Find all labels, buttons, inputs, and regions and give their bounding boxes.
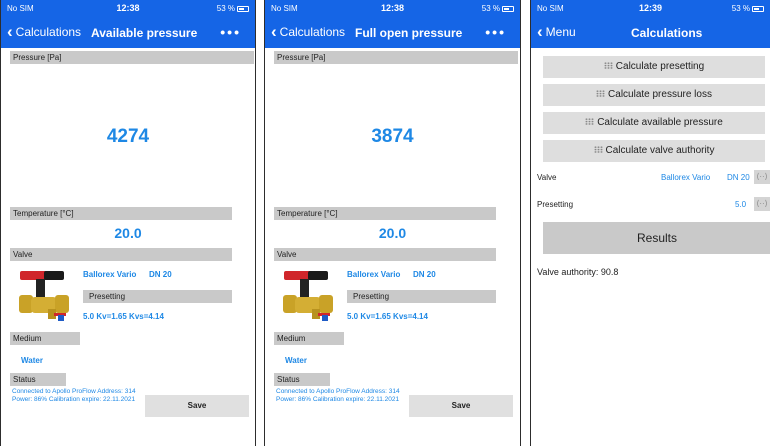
grid-icon <box>585 118 595 125</box>
save-button[interactable]: Save <box>409 395 513 417</box>
page-title: Calculations <box>631 26 703 40</box>
valve-name[interactable]: Ballorex Vario <box>83 270 136 279</box>
valve-dn[interactable]: DN 20 <box>149 270 172 279</box>
screen-full-open-pressure: No SIM 12:38 53 % ‹ Calculations Full op… <box>264 0 521 446</box>
back-button[interactable]: ‹ Menu <box>537 22 576 41</box>
battery-percent: 53 % <box>731 4 750 13</box>
back-button[interactable]: ‹ Calculations <box>271 22 346 41</box>
nav-bar: ‹ Calculations Available pressure ••• <box>1 18 255 48</box>
status-text: Connected to Apollo ProFlow Address: 314… <box>12 388 136 403</box>
swap-arrows-icon[interactable]: ⟨··⟩ <box>754 197 770 211</box>
calculate-valve-authority-button[interactable]: Calculate valve authority <box>543 140 765 162</box>
more-dots-icon[interactable]: ••• <box>220 25 241 39</box>
valve-image <box>283 271 333 321</box>
battery-indicator: 53 % <box>482 4 514 13</box>
button-label: Calculate pressure loss <box>608 89 712 100</box>
calculate-available-pressure-button[interactable]: Calculate available pressure <box>543 112 765 134</box>
valve-image <box>19 271 69 321</box>
grid-icon <box>603 62 613 69</box>
presetting-label: Presetting <box>83 290 232 303</box>
stage: No SIM 12:38 53 % ‹ Calculations Availab… <box>0 0 770 446</box>
nav-bar: ‹ Menu Calculations <box>531 18 770 48</box>
screen-available-pressure: No SIM 12:38 53 % ‹ Calculations Availab… <box>0 0 256 446</box>
chevron-left-icon: ‹ <box>7 22 13 41</box>
pressure-value: 3874 <box>371 126 414 147</box>
valve-label: Valve <box>274 248 496 261</box>
status-text: Connected to Apollo ProFlow Address: 314… <box>276 388 400 403</box>
medium-label: Medium <box>274 332 344 345</box>
battery-percent: 53 % <box>481 4 500 13</box>
nav-bar: ‹ Calculations Full open pressure ••• <box>265 18 520 48</box>
temperature-value: 20.0 <box>378 225 407 241</box>
presetting-row-value[interactable]: 5.0 <box>735 200 746 209</box>
battery-icon <box>237 6 249 12</box>
medium-value[interactable]: Water <box>285 356 307 365</box>
back-label: Calculations <box>279 25 346 39</box>
page-title: Available pressure <box>91 26 198 40</box>
valve-row-label: Valve <box>537 173 557 182</box>
medium-value[interactable]: Water <box>21 356 43 365</box>
grid-icon <box>596 90 606 97</box>
calculate-pressure-loss-button[interactable]: Calculate pressure loss <box>543 84 765 106</box>
chevron-left-icon: ‹ <box>271 22 277 41</box>
temperature-label: Temperature [°C] <box>10 207 232 220</box>
valve-authority-result: Valve authority: 90.8 <box>537 267 619 277</box>
status-label: Status <box>10 373 66 386</box>
valve-label: Valve <box>10 248 232 261</box>
pressure-label: Pressure [Pa] <box>10 51 254 64</box>
valve-row-value[interactable]: Ballorex Vario <box>661 173 710 182</box>
battery-percent: 53 % <box>216 4 235 13</box>
valve-dn[interactable]: DN 20 <box>413 270 436 279</box>
presetting-row-label: Presetting <box>537 200 574 209</box>
temperature-value: 20.0 <box>114 225 142 241</box>
medium-label: Medium <box>10 332 80 345</box>
battery-icon <box>502 6 514 12</box>
presetting-label: Presetting <box>347 290 496 303</box>
button-label: Calculate valve authority <box>605 145 715 156</box>
valve-name[interactable]: Ballorex Vario <box>347 270 400 279</box>
button-label: Calculate available pressure <box>597 117 723 128</box>
swap-arrows-icon[interactable]: ⟨··⟩ <box>754 170 770 184</box>
valve-row-dn[interactable]: DN 20 <box>727 173 750 182</box>
more-dots-icon[interactable]: ••• <box>485 25 506 39</box>
back-label: Calculations <box>15 25 82 39</box>
back-label: Menu <box>545 25 576 39</box>
back-button[interactable]: ‹ Calculations <box>7 22 82 41</box>
status-bar: No SIM 12:38 53 % <box>1 0 255 18</box>
button-label: Calculate presetting <box>615 61 705 72</box>
battery-indicator: 53 % <box>732 4 764 13</box>
presetting-value[interactable]: 5.0 Kv=1.65 Kvs=4.14 <box>347 312 428 321</box>
pressure-label: Pressure [Pa] <box>274 51 518 64</box>
battery-icon <box>752 6 764 12</box>
calculate-presetting-button[interactable]: Calculate presetting <box>543 56 765 78</box>
save-button[interactable]: Save <box>145 395 249 417</box>
chevron-left-icon: ‹ <box>537 22 543 41</box>
temperature-label: Temperature [°C] <box>274 207 496 220</box>
pressure-value: 4274 <box>106 126 150 147</box>
status-bar: No SIM 12:38 53 % <box>265 0 520 18</box>
page-title: Full open pressure <box>355 26 463 40</box>
battery-indicator: 53 % <box>217 4 249 13</box>
grid-icon <box>593 146 603 153</box>
results-header: Results <box>543 222 770 254</box>
status-bar: No SIM 12:39 53 % <box>531 0 770 18</box>
screen-calculations: No SIM 12:39 53 % ‹ Menu Calculations Ca… <box>530 0 770 446</box>
status-label: Status <box>274 373 330 386</box>
presetting-value[interactable]: 5.0 Kv=1.65 Kvs=4.14 <box>83 312 164 321</box>
